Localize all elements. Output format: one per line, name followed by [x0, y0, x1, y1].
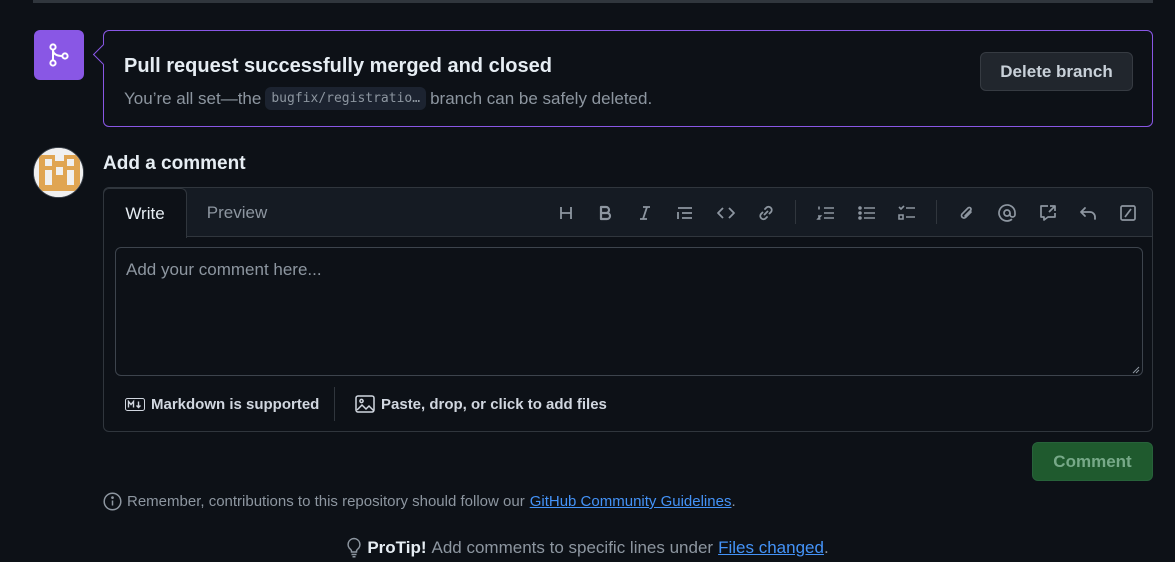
unordered-list-icon[interactable]: [854, 200, 880, 226]
protip: ProTip! Add comments to specific lines u…: [0, 537, 1175, 558]
slash-command-icon[interactable]: [1115, 200, 1141, 226]
reference-icon[interactable]: [1035, 200, 1061, 226]
footer-divider: [334, 387, 335, 421]
editor-footer: Markdown is supported Paste, drop, or cl…: [104, 385, 1152, 423]
merge-status-title: Pull request successfully merged and clo…: [124, 55, 552, 77]
files-changed-link[interactable]: Files changed: [718, 538, 824, 558]
merge-sub-prefix: You’re all set—the: [124, 88, 262, 108]
toolbar-divider: [936, 200, 937, 224]
attach-label: Paste, drop, or click to add files: [381, 395, 607, 413]
merge-status-card: Pull request successfully merged and clo…: [103, 30, 1153, 127]
guidelines-text: Remember, contributions to this reposito…: [127, 493, 525, 510]
bold-icon[interactable]: [592, 200, 618, 226]
guidelines-notice: Remember, contributions to this reposito…: [103, 492, 736, 511]
comment-editor: Write Preview Add your comment here... M…: [103, 187, 1153, 432]
code-icon[interactable]: [713, 200, 739, 226]
protip-end: .: [823, 537, 829, 557]
reply-icon[interactable]: [1075, 200, 1101, 226]
attach-files[interactable]: Paste, drop, or click to add files: [355, 385, 607, 423]
add-comment-heading: Add a comment: [103, 153, 246, 174]
link-icon[interactable]: [753, 200, 779, 226]
avatar[interactable]: [33, 147, 84, 198]
protip-text: Add comments to specific lines under: [431, 537, 714, 557]
quote-icon[interactable]: [672, 200, 698, 226]
merge-sub-suffix: branch can be safely deleted.: [430, 88, 653, 108]
image-icon: [355, 395, 375, 413]
delete-branch-button[interactable]: Delete branch: [980, 52, 1133, 91]
editor-tabbar: Write Preview: [103, 188, 1152, 238]
markdown-supported[interactable]: Markdown is supported: [125, 385, 319, 423]
guidelines-end: .: [731, 493, 736, 510]
timeline-top-border: [33, 0, 1153, 3]
task-list-icon[interactable]: [894, 200, 920, 226]
mention-icon[interactable]: [994, 200, 1020, 226]
heading-icon[interactable]: [553, 200, 579, 226]
attach-icon[interactable]: [954, 200, 980, 226]
community-guidelines-link[interactable]: GitHub Community Guidelines: [530, 493, 732, 510]
ordered-list-icon[interactable]: [813, 200, 839, 226]
lightbulb-icon: [347, 537, 361, 558]
protip-label: ProTip!: [367, 537, 427, 557]
git-merge-icon: [34, 30, 84, 80]
tab-preview[interactable]: Preview: [199, 188, 275, 237]
italic-icon[interactable]: [632, 200, 658, 226]
merge-status-subtitle: You’re all set—the bugfix/registratio… b…: [124, 87, 652, 110]
comment-submit-button[interactable]: Comment: [1032, 442, 1153, 481]
resize-handle-icon[interactable]: [1130, 364, 1140, 374]
branch-name: bugfix/registratio…: [265, 87, 427, 110]
info-icon: [103, 492, 122, 511]
markdown-icon: [125, 397, 145, 411]
comment-textarea[interactable]: [115, 247, 1143, 376]
markdown-label: Markdown is supported: [151, 395, 320, 413]
tab-write[interactable]: Write: [103, 188, 187, 238]
toolbar-divider: [795, 200, 796, 224]
